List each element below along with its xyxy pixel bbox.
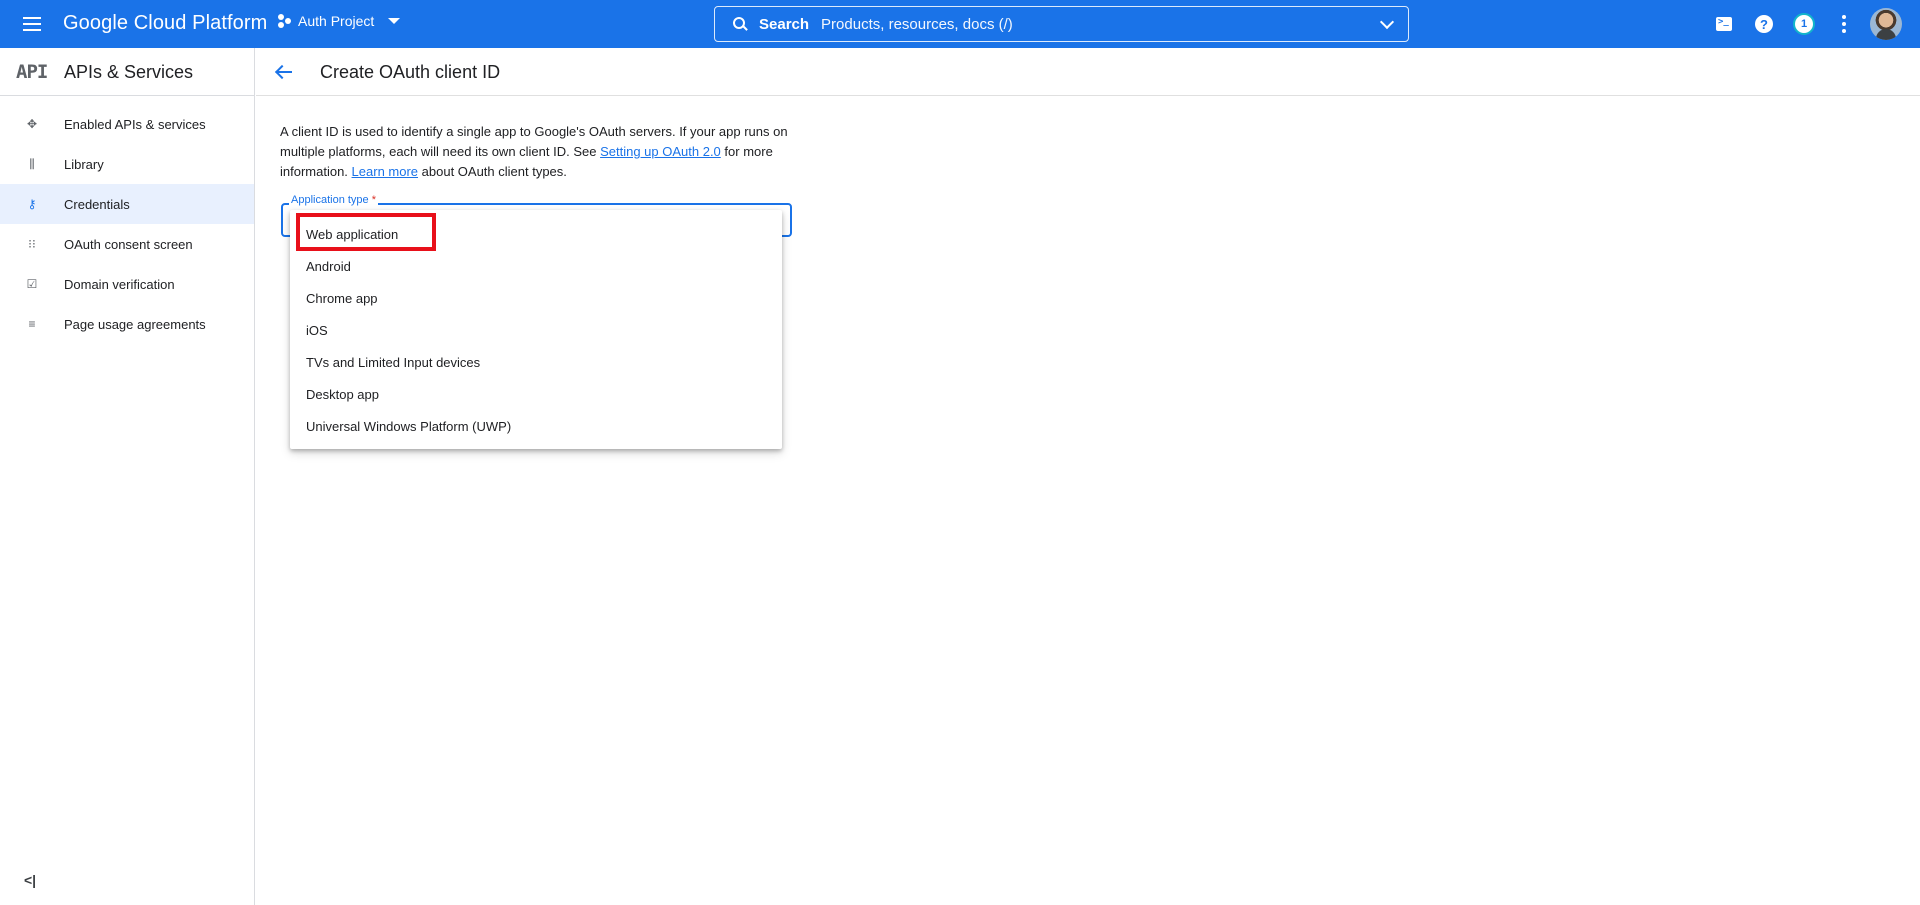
page-description: A client ID is used to identify a single… [280,122,800,182]
notifications-button[interactable]: 1 [1792,12,1816,36]
search-placeholder: Products, resources, docs (/) [821,15,1013,33]
consent-grid-icon: ⁝⁝ [28,237,36,251]
option-desktop-app[interactable]: Desktop app [290,378,782,410]
settings-list-icon: ≡ [28,317,36,331]
sidebar-header: API APIs & Services [0,48,254,96]
sidebar-item-label: Page usage agreements [64,316,206,332]
sidebar-item-credentials[interactable]: ⚷ Credentials [0,184,254,224]
api-logo-icon: API [16,61,48,83]
sidebar-item-enabled-apis[interactable]: ✥ Enabled APIs & services [0,104,254,144]
collapse-sidebar-icon[interactable]: <| [24,872,36,888]
application-type-label: Application type * [289,194,379,206]
cloud-shell-button[interactable] [1712,12,1736,36]
search-bar[interactable]: Search Products, resources, docs (/) [714,6,1409,42]
option-android[interactable]: Android [290,250,782,282]
sidebar-nav: ✥ Enabled APIs & services ⫼ Library ⚷ Cr… [0,104,254,344]
option-chrome-app[interactable]: Chrome app [290,282,782,314]
back-arrow-icon[interactable] [274,62,294,82]
hamburger-menu-icon[interactable] [20,12,44,36]
option-tvs-limited-input[interactable]: TVs and Limited Input devices [290,346,782,378]
sidebar-item-library[interactable]: ⫼ Library [0,144,254,184]
sidebar-item-oauth-consent[interactable]: ⁝⁝ OAuth consent screen [0,224,254,264]
more-options-button[interactable] [1832,12,1856,36]
avatar[interactable] [1870,8,1902,40]
key-icon: ⚷ [27,197,37,211]
description-text: about OAuth client types. [418,164,567,179]
sidebar-item-label: Library [64,156,104,172]
search-label: Search [759,15,810,33]
library-icon: ⫼ [29,156,35,171]
option-ios[interactable]: iOS [290,314,782,346]
option-web-application[interactable]: Web application [290,218,782,250]
brand-title[interactable]: Google Cloud Platform [63,12,267,35]
setting-up-oauth-link[interactable]: Setting up OAuth 2.0 [600,144,721,159]
page-title: Create OAuth client ID [320,62,501,82]
sidebar-item-label: Enabled APIs & services [64,116,206,132]
chevron-down-icon[interactable] [1379,14,1395,30]
notifications-badge: 1 [1793,13,1815,35]
sidebar: API APIs & Services ✥ Enabled APIs & ser… [0,48,255,905]
sidebar-item-domain-verification[interactable]: ☑ Domain verification [0,264,254,304]
more-vert-icon [1842,15,1846,33]
sidebar-item-label: OAuth consent screen [64,236,193,252]
field-label-text: Application type [291,194,369,206]
diamond-dots-icon: ✥ [26,117,38,131]
sidebar-item-page-usage[interactable]: ≡ Page usage agreements [0,304,254,344]
checkbox-icon: ☑ [26,277,38,291]
top-app-bar: Google Cloud Platform Auth Project Searc… [0,0,1920,48]
project-icon [278,14,292,28]
help-button[interactable]: ? [1752,12,1776,36]
caret-down-icon [388,18,401,24]
required-marker: * [371,194,377,206]
project-selector[interactable]: Auth Project [278,13,401,29]
sidebar-item-label: Domain verification [64,276,175,292]
sidebar-title: APIs & Services [64,62,194,82]
application-type-dropdown: Web application Android Chrome app iOS T… [290,210,782,449]
terminal-icon [1716,17,1732,31]
page-header: Create OAuth client ID [256,48,1920,96]
option-uwp[interactable]: Universal Windows Platform (UWP) [290,410,782,442]
search-icon [733,17,747,31]
project-name: Auth Project [298,13,375,29]
learn-more-link[interactable]: Learn more [352,164,418,179]
help-icon: ? [1755,15,1773,33]
sidebar-item-label: Credentials [64,196,130,212]
